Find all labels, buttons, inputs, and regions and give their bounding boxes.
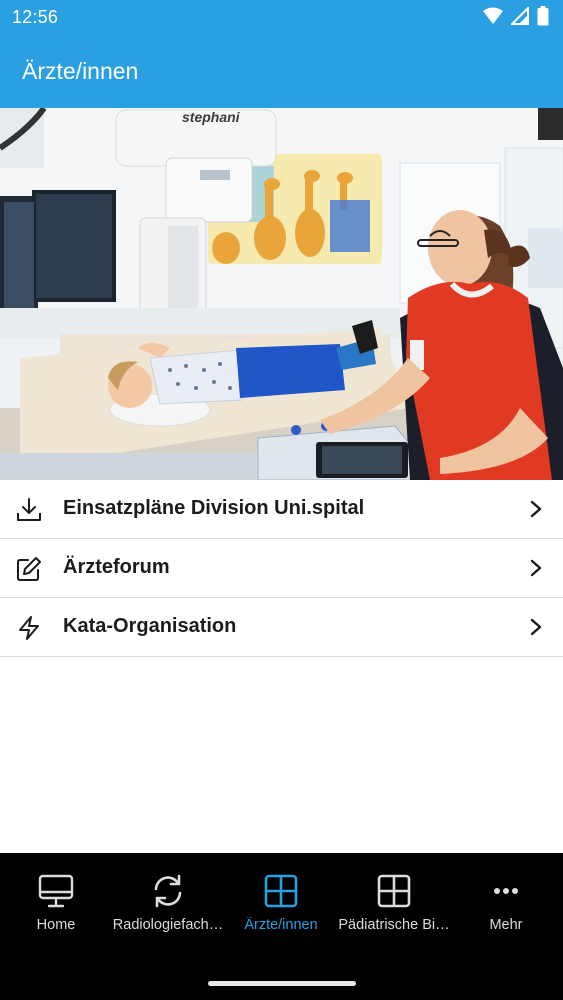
nav-label: Ärzte/innen: [244, 917, 318, 933]
grid-icon: [264, 874, 298, 908]
menu-item-label: Ärzteforum: [63, 556, 170, 578]
chevron-right-icon: [530, 500, 542, 518]
bottom-navigation: Home Radiologiefach… Ärzte/innen Pädiatr…: [0, 853, 563, 1000]
machine-brand: stephani: [182, 109, 241, 125]
menu-item-aerzteforum[interactable]: Ärzteforum: [0, 539, 563, 598]
nav-item-paediatrische[interactable]: Pädiatrische Bi…: [338, 853, 450, 953]
menu-item-label: Kata-Organisation: [63, 615, 237, 637]
signal-icon: [511, 7, 529, 25]
menu-item-label: Einsatzpläne Division Uni.spital: [63, 497, 365, 519]
menu-item-kata-organisation[interactable]: Kata-Organisation: [0, 598, 563, 657]
edit-icon: [17, 557, 41, 581]
nav-item-mehr[interactable]: Mehr: [450, 853, 562, 953]
nav-item-radiologiefach[interactable]: Radiologiefach…: [112, 853, 224, 953]
grid-icon: [377, 874, 411, 908]
wifi-icon: [483, 7, 503, 24]
battery-icon: [537, 6, 549, 26]
status-time: 12:56: [12, 7, 59, 27]
nav-item-aerzte-innen[interactable]: Ärzte/innen: [225, 853, 337, 953]
home-indicator[interactable]: [208, 981, 356, 986]
hero-image: stephani: [0, 108, 563, 480]
page-title: Ärzte/innen: [22, 58, 139, 84]
refresh-icon: [154, 874, 182, 908]
status-bar: 12:56: [0, 0, 563, 34]
app-bar: Ärzte/innen: [0, 34, 563, 108]
status-icons: [483, 6, 549, 26]
monitor-icon: [38, 874, 74, 908]
lightning-icon: [19, 616, 39, 640]
menu-item-einsatzplaene[interactable]: Einsatzpläne Division Uni.spital: [0, 480, 563, 539]
download-icon: [17, 498, 41, 521]
nav-label: Pädiatrische Bi…: [338, 917, 450, 933]
more-icon: [494, 888, 518, 894]
nav-item-home[interactable]: Home: [0, 853, 112, 953]
nav-label: Mehr: [489, 917, 523, 933]
nav-label: Radiologiefach…: [112, 917, 224, 933]
chevron-right-icon: [530, 559, 542, 577]
menu-list: Einsatzpläne Division Uni.spital Ärztefo…: [0, 480, 563, 657]
nav-label: Home: [36, 917, 76, 933]
chevron-right-icon: [530, 618, 542, 636]
